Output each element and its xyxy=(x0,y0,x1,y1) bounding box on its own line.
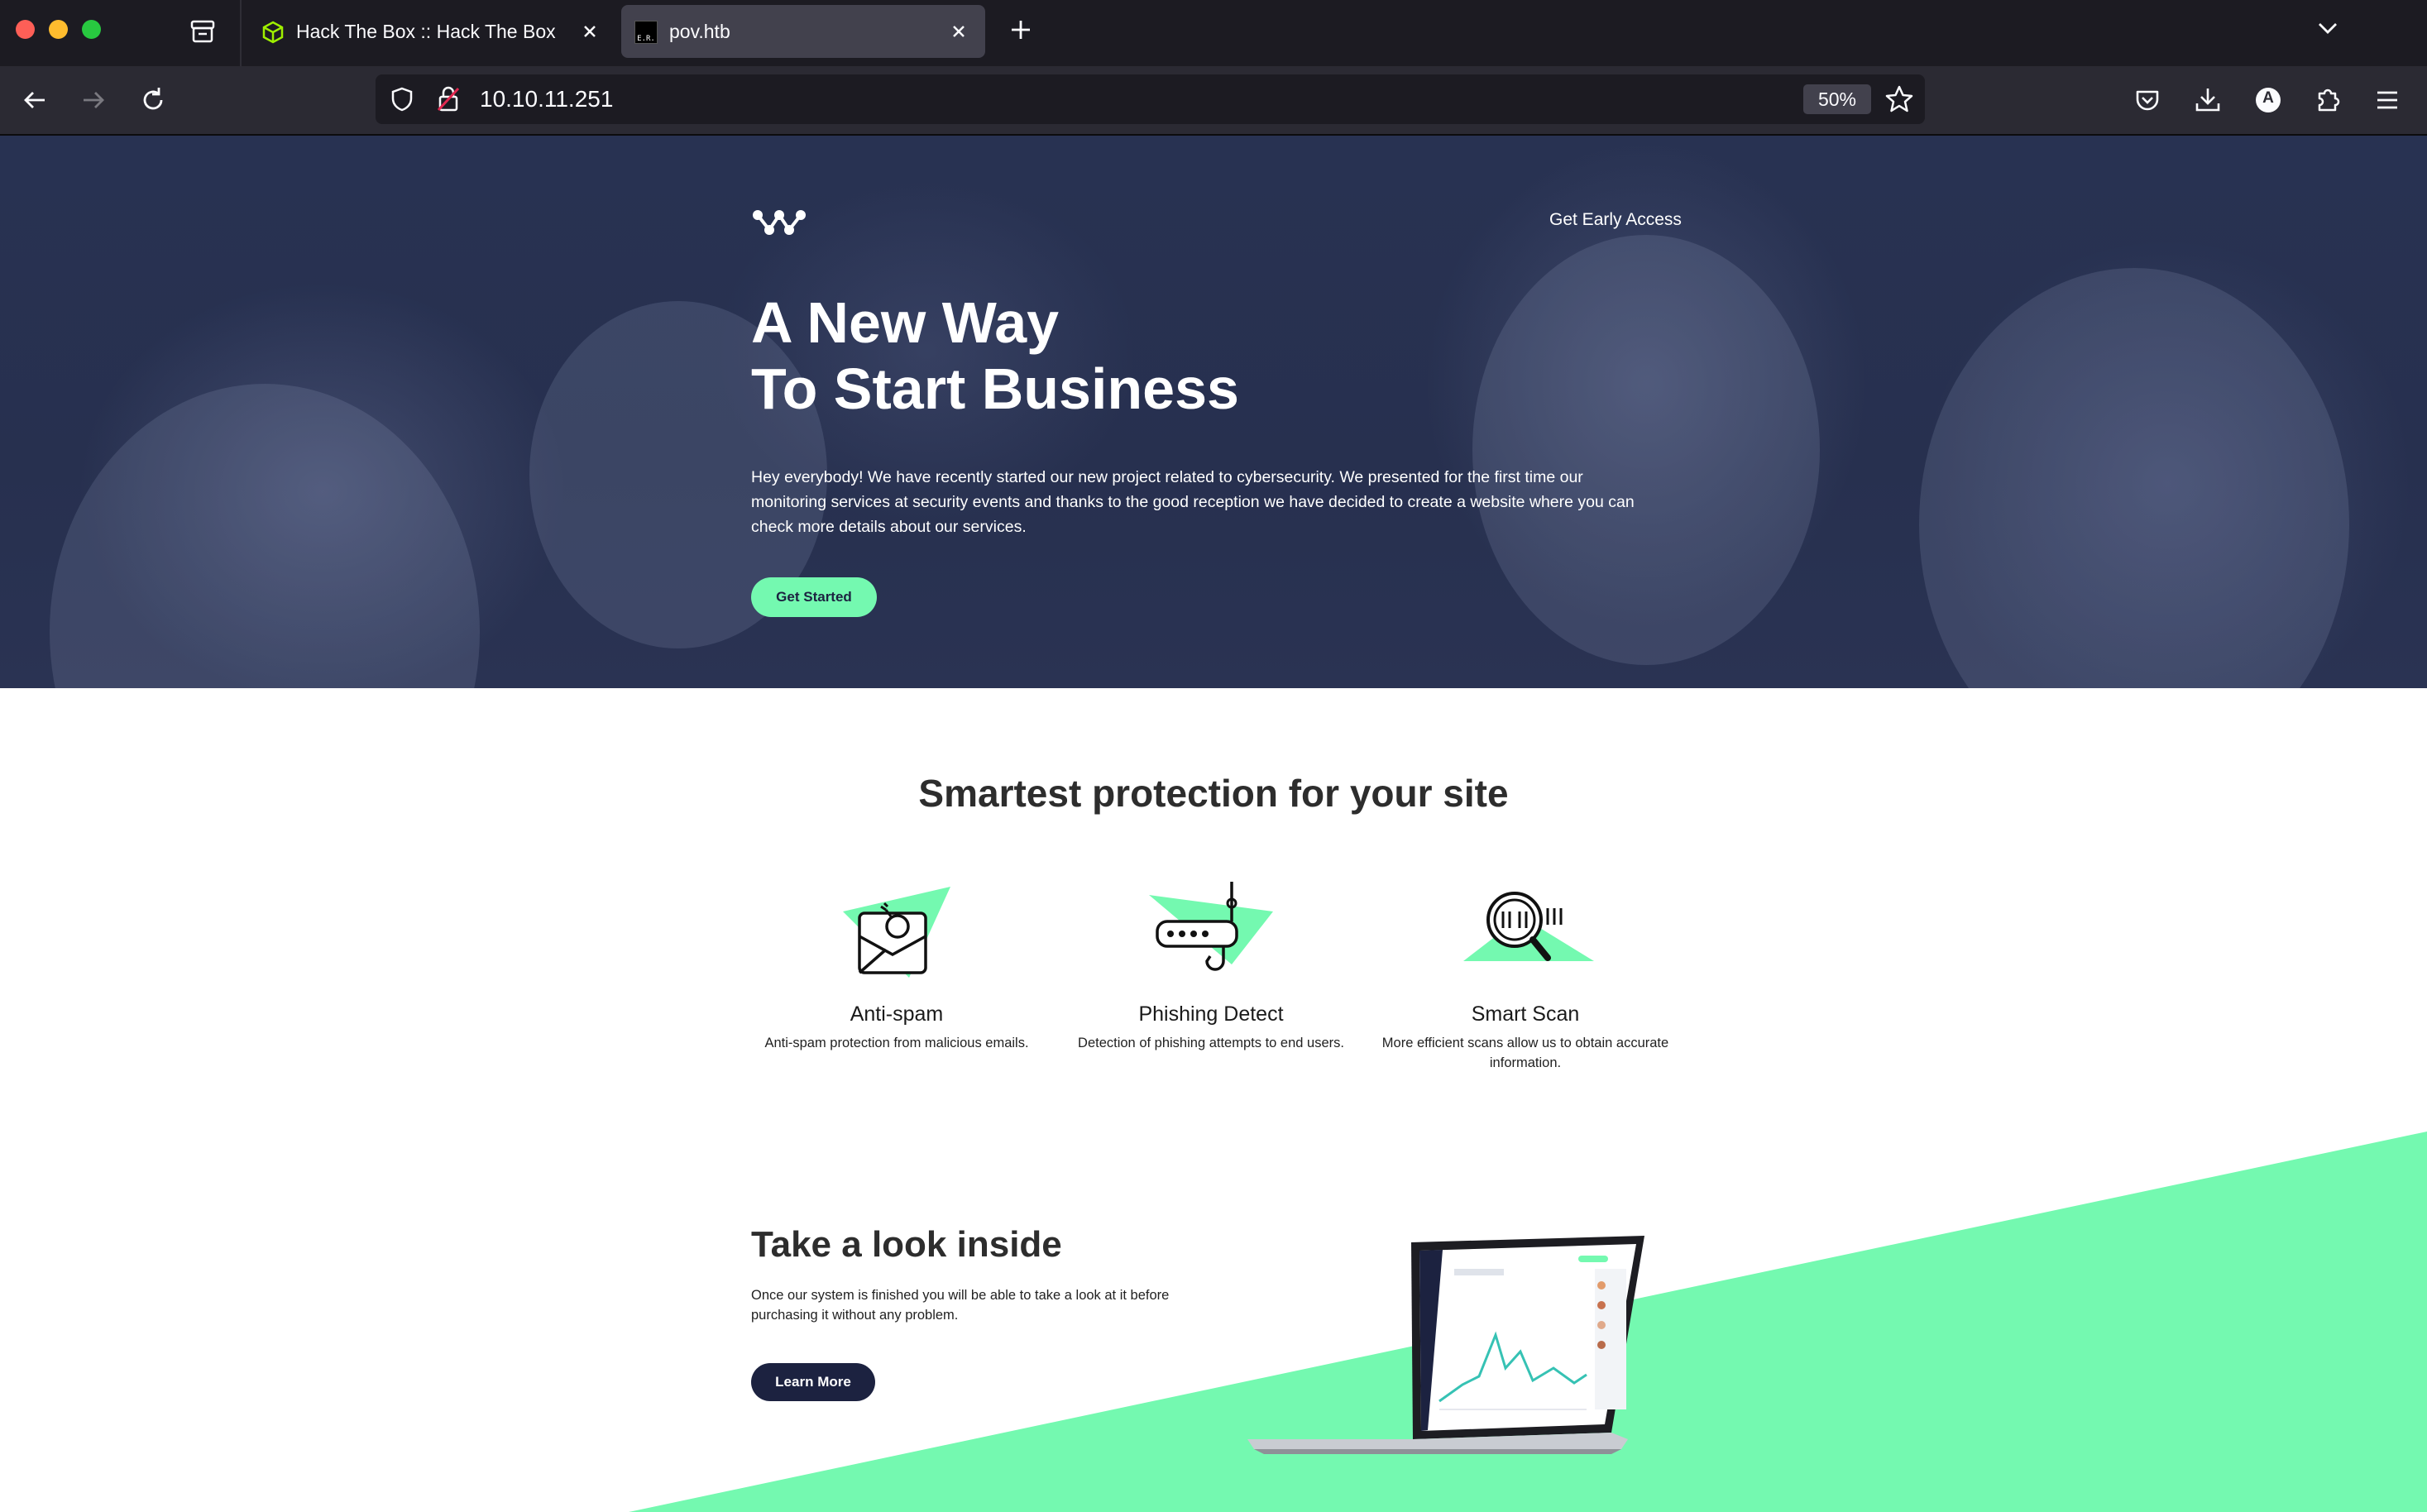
download-icon[interactable] xyxy=(2191,84,2224,117)
hero-section: Get Early Access A New Way To Start Busi… xyxy=(0,136,2427,688)
hero-title-line2: To Start Business xyxy=(751,356,1239,421)
feature-description: Detection of phishing attempts to end us… xyxy=(1078,1036,1344,1050)
hero-photo-figure xyxy=(1919,268,2349,688)
feature-description: Anti-spam protection from malicious emai… xyxy=(764,1036,1029,1050)
window-minimize-button[interactable] xyxy=(49,20,68,39)
feature-description: More efficient scans allow us to obtain … xyxy=(1381,1036,1669,1070)
insecure-lock-icon[interactable] xyxy=(435,85,462,113)
pocket-icon[interactable] xyxy=(2131,84,2164,117)
tab-label: Hack The Box :: Hack The Box xyxy=(296,21,556,42)
bookmark-star-icon[interactable] xyxy=(1884,84,1914,114)
laptop-dashboard-image xyxy=(1247,1236,1644,1454)
inside-description: Once our system is finished you will be … xyxy=(751,1288,1170,1323)
tab-label: pov.htb xyxy=(669,21,730,42)
features-title: Smartest protection for your site xyxy=(918,772,1509,815)
hero-description: Hey everybody! We have recently started … xyxy=(751,468,1635,536)
htb-cube-icon xyxy=(261,21,285,44)
feature-phishing-detect: Phishing Detect Detection of phishing at… xyxy=(1062,878,1360,1053)
zoom-level-badge[interactable]: 50% xyxy=(1803,84,1871,114)
account-initial: A xyxy=(2262,89,2274,107)
url-text[interactable]: 10.10.11.251 xyxy=(480,86,613,112)
chevron-down-icon[interactable] xyxy=(2311,12,2344,45)
new-tab-plus-icon[interactable] xyxy=(1004,13,1037,46)
feature-smart-scan: Smart Scan More efficient scans allow us… xyxy=(1376,878,1674,1073)
account-avatar-icon[interactable]: A xyxy=(2252,84,2285,117)
hero-title: A New Way To Start Business xyxy=(751,289,1744,422)
feature-antispam: Anti-spam Anti-spam protection from mali… xyxy=(748,878,1046,1053)
tab-pov[interactable]: E.R. pov.htb xyxy=(621,5,985,58)
window-maximize-button[interactable] xyxy=(82,20,101,39)
extensions-puzzle-icon[interactable] xyxy=(2312,84,2345,117)
back-arrow-icon[interactable] xyxy=(18,84,51,117)
pov-favicon: E.R. xyxy=(634,21,658,44)
hero-title-line1: A New Way xyxy=(751,290,1060,355)
reload-icon[interactable] xyxy=(136,84,170,117)
navigation-toolbar: 10.10.11.251 50% A xyxy=(0,66,2427,136)
feature-name: Phishing Detect xyxy=(1138,1002,1284,1026)
envelope-bomb-icon xyxy=(843,887,950,978)
hero-photo-figure xyxy=(50,384,480,688)
hamburger-menu-icon[interactable] xyxy=(2371,84,2404,117)
shield-icon[interactable] xyxy=(389,86,415,112)
get-started-button[interactable]: Get Started xyxy=(751,577,877,617)
tab-bar: Hack The Box :: Hack The Box E.R. pov.ht… xyxy=(0,0,2427,66)
feature-name: Anti-spam xyxy=(850,1002,944,1026)
window-close-button[interactable] xyxy=(16,20,35,39)
forward-arrow-icon[interactable] xyxy=(77,84,110,117)
learn-more-button[interactable]: Learn More xyxy=(751,1363,875,1401)
get-early-access-link[interactable]: Get Early Access xyxy=(1549,210,1682,230)
feature-name: Smart Scan xyxy=(1471,1002,1580,1026)
close-tab-icon[interactable] xyxy=(944,17,974,46)
inside-title: Take a look inside xyxy=(751,1224,1062,1265)
close-tab-icon[interactable] xyxy=(575,17,605,46)
router-hook-icon xyxy=(1149,882,1273,971)
tab-list-icon[interactable] xyxy=(186,15,219,48)
address-bar[interactable]: 10.10.11.251 50% xyxy=(376,74,1925,124)
magnifier-binary-icon xyxy=(1463,892,1594,961)
tab-separator xyxy=(240,0,242,66)
brand-logo-icon[interactable] xyxy=(751,203,807,242)
page-viewport: Get Early Access A New Way To Start Busi… xyxy=(0,136,2427,1512)
tab-hackthebox[interactable]: Hack The Box :: Hack The Box xyxy=(248,5,616,58)
